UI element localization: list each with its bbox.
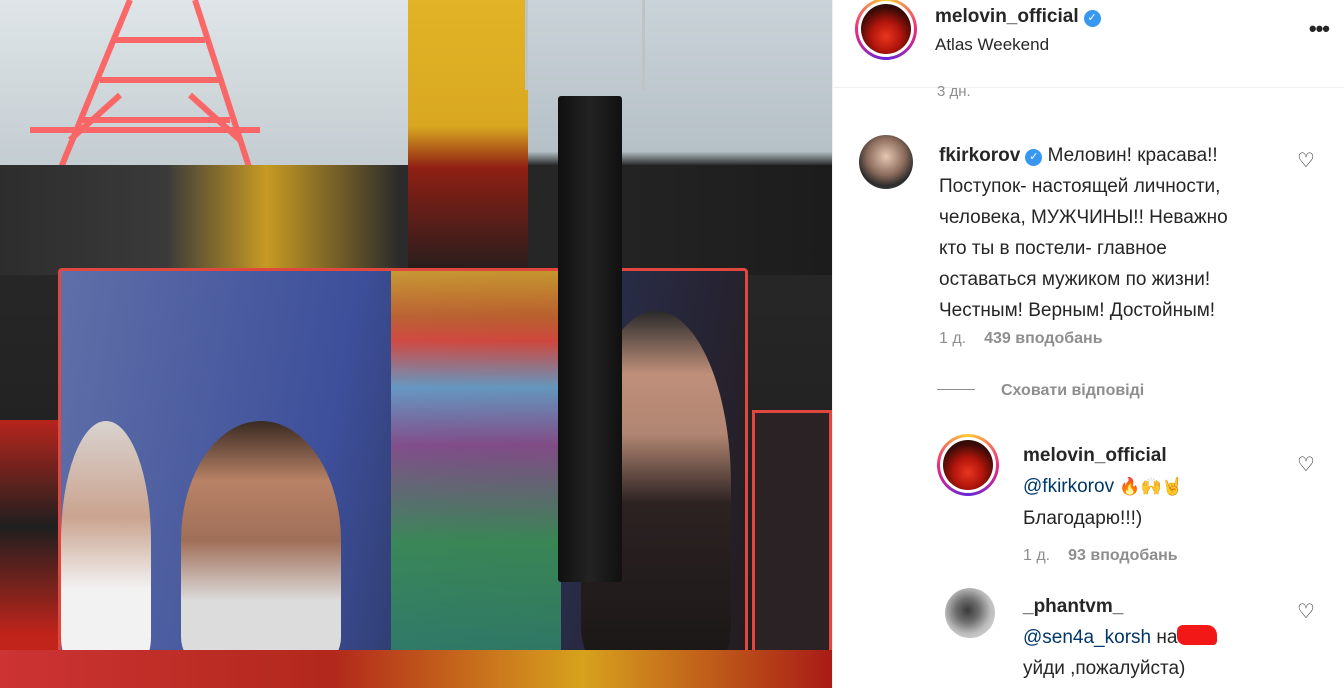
comment-time[interactable]: 1 д. <box>939 330 966 347</box>
video-screen <box>58 268 748 656</box>
redaction-scribble <box>1177 625 1218 645</box>
rainbow-flag <box>391 271 561 653</box>
reply-avatar[interactable] <box>937 434 999 496</box>
reply-likes[interactable]: 93 вподобань <box>1068 547 1178 564</box>
reply-text: Благодарю!!!) <box>1023 508 1143 529</box>
post-sidebar: melovin_official ✓ Atlas Weekend ••• 3 дн… <box>832 0 1344 688</box>
reply-text-line2: уйди ,пожалуйста) <box>1023 658 1186 679</box>
reply-phantvm: _phantvm_ @sen4a_korsh на уйди ,пожалуйс… <box>1023 591 1283 684</box>
reply-emojis: 🔥🙌🤘 <box>1119 477 1183 497</box>
divider-line <box>937 389 975 390</box>
hide-replies-button[interactable]: Сховати відповіді <box>937 382 1144 400</box>
heart-outline-icon[interactable]: ♡ <box>1297 452 1315 477</box>
heart-outline-icon[interactable]: ♡ <box>1297 599 1315 624</box>
reply-avatar[interactable] <box>945 588 995 638</box>
screen-person-left <box>61 421 151 653</box>
post-header: melovin_official ✓ Atlas Weekend ••• <box>833 0 1344 88</box>
comment-line-3: человека, МУЖЧИНЫ!! Неважно <box>939 207 1228 228</box>
comment-username[interactable]: fkirkorov <box>939 145 1020 166</box>
reply-username[interactable]: melovin_official <box>1023 445 1167 466</box>
author-username[interactable]: melovin_official <box>935 6 1079 27</box>
verified-badge-icon: ✓ <box>1025 149 1043 166</box>
comment-line-5: оставаться мужиком по жизни! <box>939 269 1211 290</box>
reply-mention[interactable]: @sen4a_korsh <box>1023 627 1151 648</box>
media-tower <box>30 0 260 170</box>
stage-left-panel <box>0 420 58 688</box>
stage-truss <box>525 0 645 90</box>
comment-line-4: кто ты в постели- главное <box>939 238 1167 259</box>
reply-melovin: melovin_official @fkirkorov 🔥🙌🤘 Благодар… <box>1023 440 1283 534</box>
reply-time[interactable]: 1 д. <box>1023 547 1050 564</box>
post-media[interactable] <box>0 0 832 688</box>
heart-outline-icon[interactable]: ♡ <box>1297 148 1315 173</box>
comment-line-6: Честным! Верным! Достойным! <box>939 300 1216 321</box>
reply-mention[interactable]: @fkirkorov <box>1023 476 1114 497</box>
hide-replies-label: Сховати відповіді <box>1001 382 1145 399</box>
post-time[interactable]: 3 дн. <box>937 83 971 100</box>
screen-person-center <box>181 421 341 653</box>
stage-banner <box>408 0 528 280</box>
comment-fkirkorov: fkirkorov ✓ Меловин! красава!! Поступок- … <box>939 140 1289 326</box>
comment-likes[interactable]: 439 вподобань <box>984 330 1102 347</box>
comment-line-2: Поступок- настоящей личности, <box>939 176 1221 197</box>
speaker-column <box>558 96 622 582</box>
reply-username[interactable]: _phantvm_ <box>1023 596 1123 617</box>
author-avatar[interactable] <box>855 0 917 60</box>
side-screen <box>752 410 832 688</box>
reply-text-part: на <box>1156 627 1178 648</box>
verified-badge-icon: ✓ <box>1083 10 1101 27</box>
comment-avatar[interactable] <box>859 135 913 189</box>
comment-line-1: Меловин! красава!! <box>1047 145 1218 166</box>
more-options-icon[interactable]: ••• <box>1309 16 1330 42</box>
post-location[interactable]: Atlas Weekend <box>935 35 1049 55</box>
stage-floor <box>0 650 832 688</box>
